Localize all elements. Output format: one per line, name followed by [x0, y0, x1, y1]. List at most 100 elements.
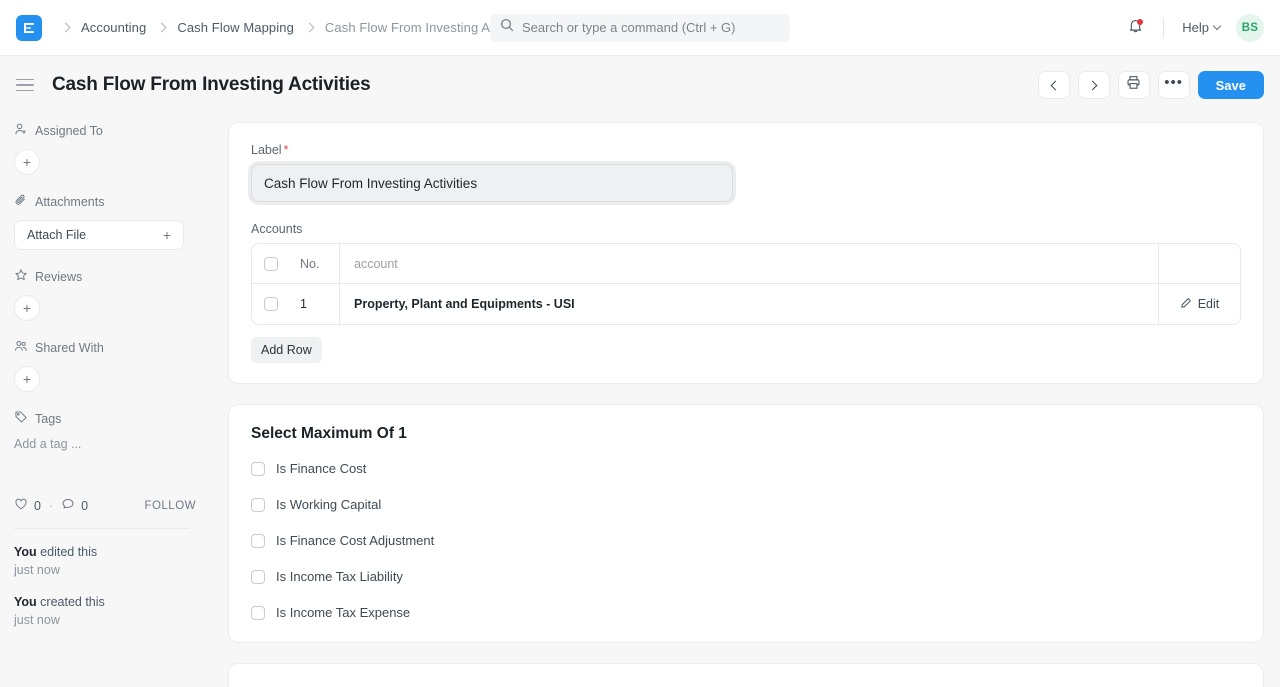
column-header-account: account	[354, 256, 398, 271]
add-share-button[interactable]: +	[14, 366, 40, 392]
printer-icon	[1126, 75, 1141, 95]
is-income-tax-liability-label: Is Income Tax Liability	[276, 569, 403, 584]
checkbox-row-is-income-tax-liability[interactable]: Is Income Tax Liability	[251, 569, 1241, 584]
reviews-label: Reviews	[35, 269, 83, 284]
page-body: Assigned To + Attachments Attach File +	[0, 114, 1280, 687]
attach-file-label: Attach File	[27, 228, 87, 242]
count-separator: ·	[48, 498, 54, 513]
navbar-right-actions: Help BS	[1119, 12, 1264, 44]
search-icon	[500, 18, 514, 37]
paperclip-icon	[14, 193, 28, 210]
is-finance-cost-label: Is Finance Cost	[276, 461, 367, 476]
is-finance-cost-adjustment-label: Is Finance Cost Adjustment	[276, 533, 435, 548]
search-input[interactable]	[522, 20, 780, 35]
assigned-to-label: Assigned To	[35, 123, 103, 138]
comment-icon[interactable]	[61, 497, 75, 514]
save-button[interactable]: Save	[1197, 71, 1264, 99]
edit-label: Edit	[1197, 297, 1220, 311]
next-section-card	[228, 663, 1264, 687]
is-income-tax-expense-label: Is Income Tax Expense	[276, 605, 411, 620]
page-actions: ••• Save	[1037, 71, 1264, 99]
column-header-no: No.	[290, 244, 340, 283]
activity-time: just now	[14, 613, 60, 628]
label-input[interactable]	[251, 164, 733, 202]
select-all-checkbox[interactable]	[264, 256, 278, 271]
notification-badge	[1137, 18, 1144, 25]
chevron-right-icon	[304, 22, 315, 33]
plus-icon: +	[162, 227, 171, 243]
avatar[interactable]: BS	[1236, 13, 1264, 42]
checkbox-row-is-finance-cost-adjustment[interactable]: Is Finance Cost Adjustment	[251, 533, 1241, 548]
checkbox-row-is-working-capital[interactable]: Is Working Capital	[251, 497, 1241, 512]
row-select-cell	[252, 297, 290, 311]
activity-actor: You	[14, 595, 37, 610]
chevron-down-icon	[1212, 21, 1222, 31]
checkbox-row-is-finance-cost[interactable]: Is Finance Cost	[251, 461, 1241, 476]
add-review-button[interactable]: +	[14, 295, 40, 321]
users-icon	[14, 339, 28, 356]
is-finance-cost-adjustment-checkbox[interactable]	[251, 533, 265, 548]
chevron-right-icon	[60, 22, 71, 33]
label-field-label: Label *	[251, 143, 1241, 157]
search-bar[interactable]	[490, 13, 790, 42]
section-title: Select Maximum Of 1	[251, 425, 407, 442]
breadcrumb-item-accounting[interactable]: Accounting	[77, 18, 150, 37]
details-card: Label* Accounts No. account 1	[228, 122, 1264, 384]
is-working-capital-checkbox[interactable]	[251, 497, 265, 512]
top-navbar: Accounting Cash Flow Mapping Cash Flow F…	[0, 0, 1280, 56]
sidebar-footer: 0 · 0 FOLLOW You edited this just now Yo…	[14, 497, 196, 630]
attachments-header: Attachments	[14, 193, 196, 210]
activity-action: created this	[36, 595, 105, 610]
tags-header: Tags	[14, 410, 196, 427]
chevron-right-icon	[156, 22, 167, 33]
row-edit-button[interactable]: Edit	[1158, 284, 1240, 324]
activity-item-edited: You edited this just now	[14, 543, 196, 579]
attachments-label: Attachments	[35, 194, 105, 209]
is-income-tax-liability-checkbox[interactable]	[251, 569, 265, 584]
is-income-tax-expense-checkbox[interactable]	[251, 605, 265, 620]
breadcrumb: Accounting Cash Flow Mapping Cash Flow F…	[54, 18, 538, 37]
erpnext-logo-icon[interactable]	[16, 14, 42, 41]
accounts-label: Accounts	[251, 222, 303, 236]
label-text: Label	[251, 143, 282, 157]
add-row-button[interactable]: Add Row	[251, 337, 322, 363]
page-header: Cash Flow From Investing Activities ••• …	[0, 56, 1280, 114]
checkbox-row-is-income-tax-expense[interactable]: Is Income Tax Expense	[251, 605, 1241, 620]
breadcrumb-item-cash-flow-mapping[interactable]: Cash Flow Mapping	[173, 18, 298, 37]
hamburger-icon[interactable]	[16, 78, 38, 92]
sidebar: Assigned To + Attachments Attach File +	[0, 114, 212, 687]
help-label: Help	[1182, 20, 1209, 35]
engagement-counts: 0 · 0 FOLLOW	[14, 497, 196, 514]
row-account-name[interactable]: Property, Plant and Equipments - USI	[340, 284, 1158, 324]
sidebar-section-reviews: Reviews +	[14, 268, 196, 321]
activity-action: edited this	[36, 545, 98, 559]
sidebar-section-shared-with: Shared With +	[14, 339, 196, 392]
column-header-actions	[1158, 244, 1240, 283]
select-all-cell	[252, 256, 290, 271]
table-header-row: No. account	[252, 244, 1240, 284]
sidebar-section-attachments: Attachments Attach File +	[14, 193, 196, 250]
help-menu[interactable]: Help	[1176, 16, 1226, 39]
notifications-button[interactable]	[1119, 12, 1151, 44]
activity-actor: You	[14, 545, 37, 559]
attach-file-button[interactable]: Attach File +	[14, 220, 184, 250]
activity-time: just now	[14, 563, 60, 578]
heart-icon[interactable]	[14, 497, 28, 514]
more-options-button[interactable]: •••	[1157, 71, 1190, 99]
row-number: 1	[290, 284, 340, 324]
add-assignment-button[interactable]: +	[14, 149, 40, 175]
pencil-icon	[1180, 297, 1192, 312]
prev-button[interactable]	[1037, 71, 1070, 99]
required-marker: *	[283, 143, 289, 157]
is-finance-cost-checkbox[interactable]	[251, 461, 265, 476]
next-button[interactable]	[1077, 71, 1110, 99]
like-count: 0	[34, 498, 41, 513]
row-checkbox[interactable]	[264, 297, 278, 311]
main-content: Label* Accounts No. account 1	[212, 114, 1280, 687]
follow-button[interactable]: FOLLOW	[144, 500, 196, 512]
add-tag-input[interactable]: Add a tag ...	[14, 437, 196, 451]
user-plus-icon	[14, 122, 28, 139]
table-row[interactable]: 1 Property, Plant and Equipments - USI E…	[252, 284, 1240, 324]
print-button[interactable]	[1117, 71, 1150, 99]
reviews-header: Reviews	[14, 268, 196, 285]
